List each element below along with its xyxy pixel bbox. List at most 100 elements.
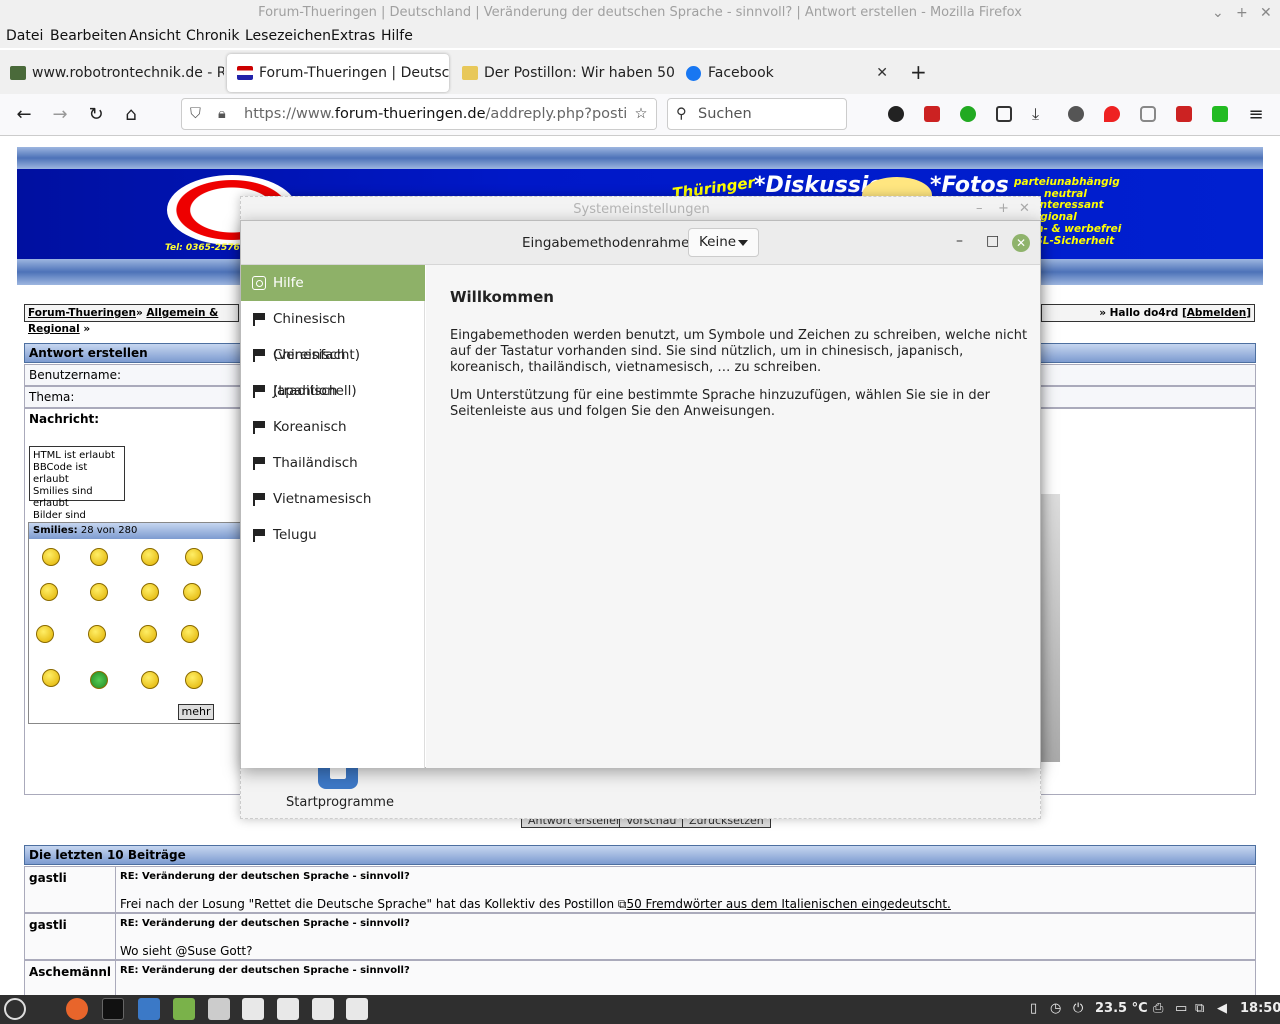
smiley-icon[interactable] [42, 548, 60, 566]
menu-ansicht[interactable]: Ansicht [129, 28, 181, 44]
new-tab-button[interactable]: + [910, 60, 927, 84]
history-icon[interactable]: ◷ [1050, 1001, 1061, 1016]
tab-label: Forum-Thueringen | Deutsch [259, 65, 449, 81]
maximize-button[interactable]: + [1236, 0, 1248, 26]
smiley-icon[interactable] [42, 669, 60, 687]
sidebar-item-hilfe[interactable]: Hilfe [241, 265, 425, 301]
minimize-button[interactable]: – [956, 233, 963, 249]
breadcrumb-home-link[interactable]: Forum-Thueringen [28, 307, 136, 319]
mail-icon[interactable] [138, 998, 160, 1020]
window-icon[interactable] [346, 998, 368, 1020]
clipboard-icon[interactable]: ▯ [1030, 1001, 1037, 1016]
firefox-icon[interactable] [66, 998, 88, 1020]
extension-gear-icon[interactable] [1068, 106, 1084, 122]
post-body: Frei nach der Losung "Rettet die Deutsch… [120, 897, 615, 911]
breadcrumb-sep: » [135, 307, 143, 319]
sidebar-item-label: Hilfe [273, 275, 304, 291]
menu-hilfe[interactable]: Hilfe [381, 28, 413, 44]
tab-facebook[interactable]: Facebook ✕ [676, 54, 898, 92]
tab-label: www.robotrontechnik.de - R [32, 65, 224, 81]
extension-r-icon[interactable] [888, 106, 904, 122]
volume-icon[interactable]: ◀ [1217, 1001, 1227, 1016]
menu-chronik[interactable]: Chronik [186, 28, 240, 44]
menu-bearbeiten[interactable]: Bearbeiten [50, 28, 127, 44]
smiley-icon[interactable] [141, 583, 159, 601]
smiley-icon[interactable] [185, 548, 203, 566]
smiley-icon[interactable] [141, 548, 159, 566]
menu-datei[interactable]: Datei [6, 28, 43, 44]
home-button[interactable]: ⌂ [119, 104, 143, 126]
tab-forum-thueringen[interactable]: Forum-Thueringen | Deutsch [227, 54, 449, 92]
post-link[interactable]: 50 Fremdwörter aus dem Italienischen ein… [626, 897, 950, 911]
menu-extras[interactable]: Extras [331, 28, 375, 44]
mint-menu-icon[interactable] [4, 998, 26, 1020]
ublock-icon[interactable] [1104, 106, 1120, 122]
back-button[interactable]: ← [12, 104, 36, 126]
input-frame-dropdown[interactable]: Keine [688, 228, 759, 257]
document-icon[interactable]: ▭ [1175, 1001, 1187, 1016]
message-textarea-edge[interactable] [1040, 494, 1060, 762]
power-icon[interactable]: ⏻ [1073, 1001, 1083, 1016]
smiley-icon[interactable] [183, 583, 201, 601]
window-icon[interactable] [242, 998, 264, 1020]
post-row: gastli RE: Veränderung der deutschen Spr… [24, 913, 1256, 960]
sidebar-item-korean[interactable]: Koreanisch [241, 409, 425, 445]
close-button[interactable]: ✕ [1012, 234, 1030, 252]
pocket-icon[interactable] [996, 106, 1012, 122]
smiley-icon[interactable] [88, 625, 106, 643]
maximize-button[interactable]: □ [986, 233, 999, 249]
post-subject: RE: Veränderung der deutschen Sprache - … [120, 871, 410, 882]
app-menu-button[interactable]: ≡ [1244, 104, 1268, 126]
tab-postillon[interactable]: Der Postillon: Wir haben 50 [452, 54, 674, 92]
privacy-shield-icon[interactable] [1140, 106, 1156, 122]
username-label: Benutzername: [29, 368, 122, 382]
smiley-icon[interactable] [139, 625, 157, 643]
input-frame-value: Keine [699, 234, 737, 250]
smiley-icon[interactable] [36, 625, 54, 643]
window-icon[interactable] [312, 998, 334, 1020]
sidebar-item-chinese-traditional[interactable]: Chinesisch (traditionell) [241, 337, 425, 399]
smiley-icon[interactable] [185, 671, 203, 689]
smiley-icon[interactable] [181, 625, 199, 643]
shield-icon[interactable]: ⛉ [190, 99, 201, 129]
startup-apps-launcher[interactable]: Startprogramme [240, 767, 440, 817]
smiley-icon[interactable] [90, 583, 108, 601]
extension-pencil-icon[interactable] [924, 106, 940, 122]
close-button[interactable]: ✕ [1019, 201, 1030, 216]
smiley-icon[interactable] [90, 548, 108, 566]
sidebar-item-japanese[interactable]: Japanisch [241, 373, 425, 409]
reload-button[interactable]: ↻ [84, 104, 108, 126]
minimize-button[interactable]: ⌄ [1212, 0, 1224, 26]
more-smilies-button[interactable]: mehr [178, 704, 214, 720]
sidebar-item-vietnamese[interactable]: Vietnamesisch [241, 481, 425, 517]
lock-icon[interactable]: 🔒︎ [218, 99, 226, 129]
smiley-icon[interactable] [141, 671, 159, 689]
extension-green-icon[interactable] [1212, 106, 1228, 122]
sidebar-item-telugu[interactable]: Telugu [241, 517, 425, 553]
bookmark-star-icon[interactable]: ☆ [626, 99, 656, 129]
facebook-icon [686, 66, 701, 81]
sidebar-item-chinese-simplified[interactable]: Chinesisch (vereinfacht) [241, 301, 425, 363]
url-bar[interactable]: ⛉ 🔒︎ https://www.forum-thueringen.de/add… [181, 98, 657, 130]
window-icon[interactable] [277, 998, 299, 1020]
maximize-button[interactable]: + [998, 201, 1009, 216]
close-tab-icon[interactable]: ✕ [876, 54, 888, 92]
printer-icon[interactable]: ⎙ [1153, 1001, 1163, 1016]
search-box[interactable]: ⚲ Suchen [667, 98, 847, 130]
forward-button[interactable]: → [48, 104, 72, 126]
menu-lesezeichen[interactable]: Lesezeichen [245, 28, 331, 44]
extension-bplus-icon[interactable] [960, 106, 976, 122]
network-icon[interactable]: ⧉ [1195, 1001, 1204, 1016]
download-icon[interactable]: ⤓ [1032, 106, 1048, 122]
logout-link[interactable]: Abmelden [1187, 307, 1246, 319]
files-icon[interactable] [173, 998, 195, 1020]
minimize-button[interactable]: – [976, 201, 983, 216]
smiley-icon[interactable] [90, 671, 108, 689]
tab-robotrontechnik[interactable]: www.robotrontechnik.de - R [0, 54, 224, 92]
terminal-icon[interactable] [102, 998, 124, 1020]
smiley-icon[interactable] [40, 583, 58, 601]
sidebar-item-thai[interactable]: Thailändisch [241, 445, 425, 481]
settings-icon[interactable] [208, 998, 230, 1020]
extension-face-icon[interactable] [1176, 106, 1192, 122]
close-window-button[interactable]: ✕ [1260, 0, 1272, 26]
